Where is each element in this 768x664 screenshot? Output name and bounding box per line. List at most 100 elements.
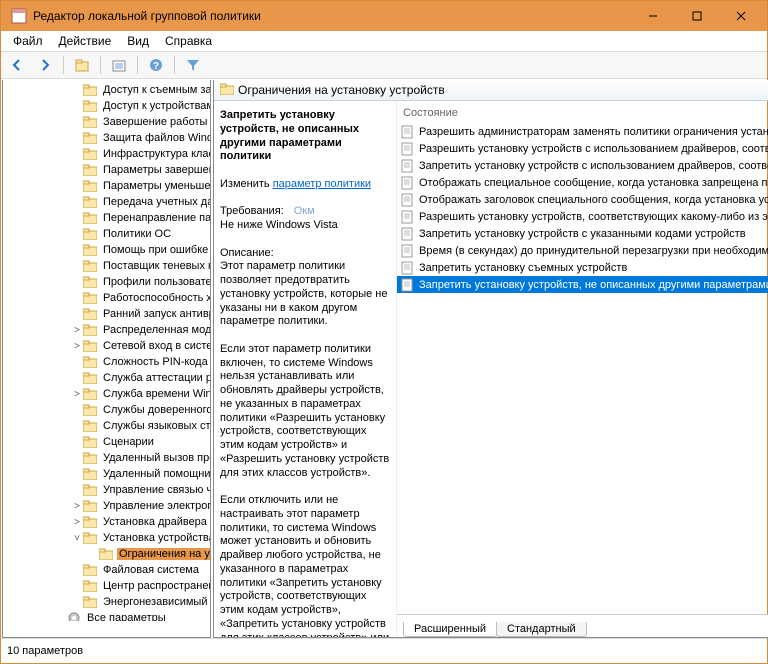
up-button[interactable] bbox=[70, 53, 94, 77]
policy-item[interactable]: Отображать заголовок специального сообще… bbox=[397, 191, 768, 208]
policy-item[interactable]: Запретить установку съемных устройств bbox=[397, 259, 768, 276]
tree-item[interactable]: Энергонезависимый кэш ди bbox=[3, 594, 210, 610]
minimize-button[interactable] bbox=[631, 1, 675, 31]
tree-item[interactable]: Сценарии bbox=[3, 434, 210, 450]
edit-policy-link[interactable]: параметр политики bbox=[273, 178, 371, 190]
tree-item[interactable]: ˅Установка устройства bbox=[3, 530, 210, 546]
policy-list[interactable]: Разрешить администраторам заменять полит… bbox=[397, 123, 768, 598]
policy-item[interactable]: Запретить установку устройств с использо… bbox=[397, 157, 768, 174]
policy-item[interactable]: Разрешить администраторам заменять полит… bbox=[397, 123, 768, 140]
tree-item[interactable]: Инфраструктура классифик bbox=[3, 146, 210, 162]
tree-item[interactable]: Доступ к устройствам Enha bbox=[3, 98, 210, 114]
toolbar: ? bbox=[1, 52, 767, 79]
tree-item[interactable]: Передача учетных данных bbox=[3, 194, 210, 210]
tree-label: Служба времени Windows bbox=[101, 388, 210, 400]
folder-icon bbox=[83, 323, 99, 337]
expand-icon[interactable]: ˃ bbox=[71, 325, 83, 336]
menu-help[interactable]: Справка bbox=[157, 32, 220, 50]
folder-icon bbox=[83, 451, 99, 465]
folder-icon bbox=[83, 179, 99, 193]
policy-label: Разрешить администраторам заменять полит… bbox=[419, 126, 768, 138]
tree-item[interactable]: Профили пользователей bbox=[3, 274, 210, 290]
tree-item[interactable]: Служба аттестации работос bbox=[3, 370, 210, 386]
tree-item[interactable]: ˃Установка драйвера bbox=[3, 514, 210, 530]
folder-icon bbox=[83, 307, 99, 321]
tree-item[interactable]: Центр распространения кл bbox=[3, 578, 210, 594]
tree-item[interactable]: Сложность PIN-кода bbox=[3, 354, 210, 370]
tree-item[interactable]: Удаленный вызов процедур bbox=[3, 450, 210, 466]
tree-item[interactable]: Работоспособность хранил bbox=[3, 290, 210, 306]
close-button[interactable] bbox=[719, 1, 763, 31]
policy-label: Разрешить установку устройств, соответст… bbox=[419, 211, 768, 223]
tree-label: Защита файлов Windows bbox=[101, 132, 210, 144]
filter-button[interactable] bbox=[181, 53, 205, 77]
folder-icon bbox=[83, 387, 99, 401]
tab-ext[interactable]: Расширенный bbox=[403, 622, 497, 637]
tree-item[interactable]: ˃ Служба времени Windows bbox=[3, 386, 210, 402]
help-button[interactable]: ? bbox=[144, 53, 168, 77]
policy-icon bbox=[401, 244, 415, 258]
maximize-button[interactable] bbox=[675, 1, 719, 31]
policy-title: Запретить установку устройств, не описан… bbox=[220, 109, 359, 162]
menu-view[interactable]: Вид bbox=[119, 32, 157, 50]
menu-file[interactable]: Файл bbox=[5, 32, 51, 50]
folder-icon bbox=[83, 195, 99, 209]
tree-item[interactable]: Ранний запуск антивредонс bbox=[3, 306, 210, 322]
app-icon bbox=[11, 8, 27, 24]
policy-item[interactable]: Разрешить установку устройств, соответст… bbox=[397, 208, 768, 225]
tree-item[interactable]: Помощь при ошибке «Отк bbox=[3, 242, 210, 258]
tree-item[interactable]: Защита файлов Windows bbox=[3, 130, 210, 146]
back-button[interactable] bbox=[5, 53, 29, 77]
tree-item[interactable]: Все параметры bbox=[3, 610, 210, 621]
tab-std[interactable]: Стандартный bbox=[496, 622, 587, 637]
policy-label: Запретить установку устройств, не описан… bbox=[419, 279, 768, 291]
folder-icon bbox=[83, 99, 99, 113]
tree-item[interactable]: Параметры уменьшения ри bbox=[3, 178, 210, 194]
state-column-header[interactable]: Состояние bbox=[397, 101, 768, 123]
folder-icon bbox=[83, 595, 99, 609]
policy-item[interactable]: Отображать специальное сообщение, когда … bbox=[397, 174, 768, 191]
svg-text:?: ? bbox=[153, 61, 159, 72]
tree-view[interactable]: Доступ к съемным запоминДоступ к устройс… bbox=[3, 80, 210, 621]
policy-item[interactable]: Запретить установку устройств, не описан… bbox=[397, 276, 768, 293]
policy-icon bbox=[401, 159, 415, 173]
expand-icon[interactable]: ˃ bbox=[71, 517, 83, 528]
tree-item[interactable]: Политики ОС bbox=[3, 226, 210, 242]
tree-item[interactable]: ˃Управление электропитани bbox=[3, 498, 210, 514]
tree-item[interactable]: ˃Распределенная модель СО bbox=[3, 322, 210, 338]
tree-label: Удаленный помощник bbox=[101, 468, 210, 480]
policy-item[interactable]: Разрешить установку устройств с использо… bbox=[397, 140, 768, 157]
tree-item[interactable]: Параметры завершения ра bbox=[3, 162, 210, 178]
expand-icon[interactable]: ˃ bbox=[71, 501, 83, 512]
tree-item[interactable]: Службы языковых стандарт bbox=[3, 418, 210, 434]
expand-icon[interactable]: ˃ bbox=[71, 341, 83, 352]
tree-item[interactable]: Файловая система bbox=[3, 562, 210, 578]
properties-button[interactable] bbox=[107, 53, 131, 77]
tree-item[interactable]: Поставщик теневых копий bbox=[3, 258, 210, 274]
forward-button[interactable] bbox=[33, 53, 57, 77]
tree-hscroll[interactable] bbox=[3, 621, 210, 637]
folder-icon bbox=[220, 83, 234, 98]
tree-item[interactable]: Ограничения на установ bbox=[3, 546, 210, 562]
policy-item[interactable]: Время (в секундах) до принудительной пер… bbox=[397, 242, 768, 259]
tree-item[interactable]: Управление связью через И bbox=[3, 482, 210, 498]
tree-item[interactable]: Службы доверенного платф bbox=[3, 402, 210, 418]
tree-item[interactable]: Доступ к съемным запомин bbox=[3, 82, 210, 98]
folder-icon bbox=[83, 579, 99, 593]
tree-item[interactable]: ˃Сетевой вход в систему bbox=[3, 338, 210, 354]
expand-icon[interactable]: ˅ bbox=[71, 533, 83, 544]
folder-icon bbox=[83, 483, 99, 497]
menu-action[interactable]: Действие bbox=[51, 32, 120, 50]
folder-icon bbox=[83, 147, 99, 161]
tree-item[interactable]: Перенаправление папок bbox=[3, 210, 210, 226]
tree-label: Удаленный вызов процедур bbox=[101, 452, 210, 464]
policy-label: Запретить установку устройств с указанны… bbox=[419, 228, 746, 240]
policy-hscroll[interactable] bbox=[397, 598, 768, 614]
policy-label: Отображать специальное сообщение, когда … bbox=[419, 177, 768, 189]
expand-icon[interactable]: ˃ bbox=[71, 389, 83, 400]
folder-icon bbox=[83, 211, 99, 225]
tree-label: Ограничения на установ bbox=[117, 548, 210, 560]
policy-item[interactable]: Запретить установку устройств с указанны… bbox=[397, 225, 768, 242]
tree-item[interactable]: Удаленный помощник bbox=[3, 466, 210, 482]
tree-item[interactable]: Завершение работы bbox=[3, 114, 210, 130]
